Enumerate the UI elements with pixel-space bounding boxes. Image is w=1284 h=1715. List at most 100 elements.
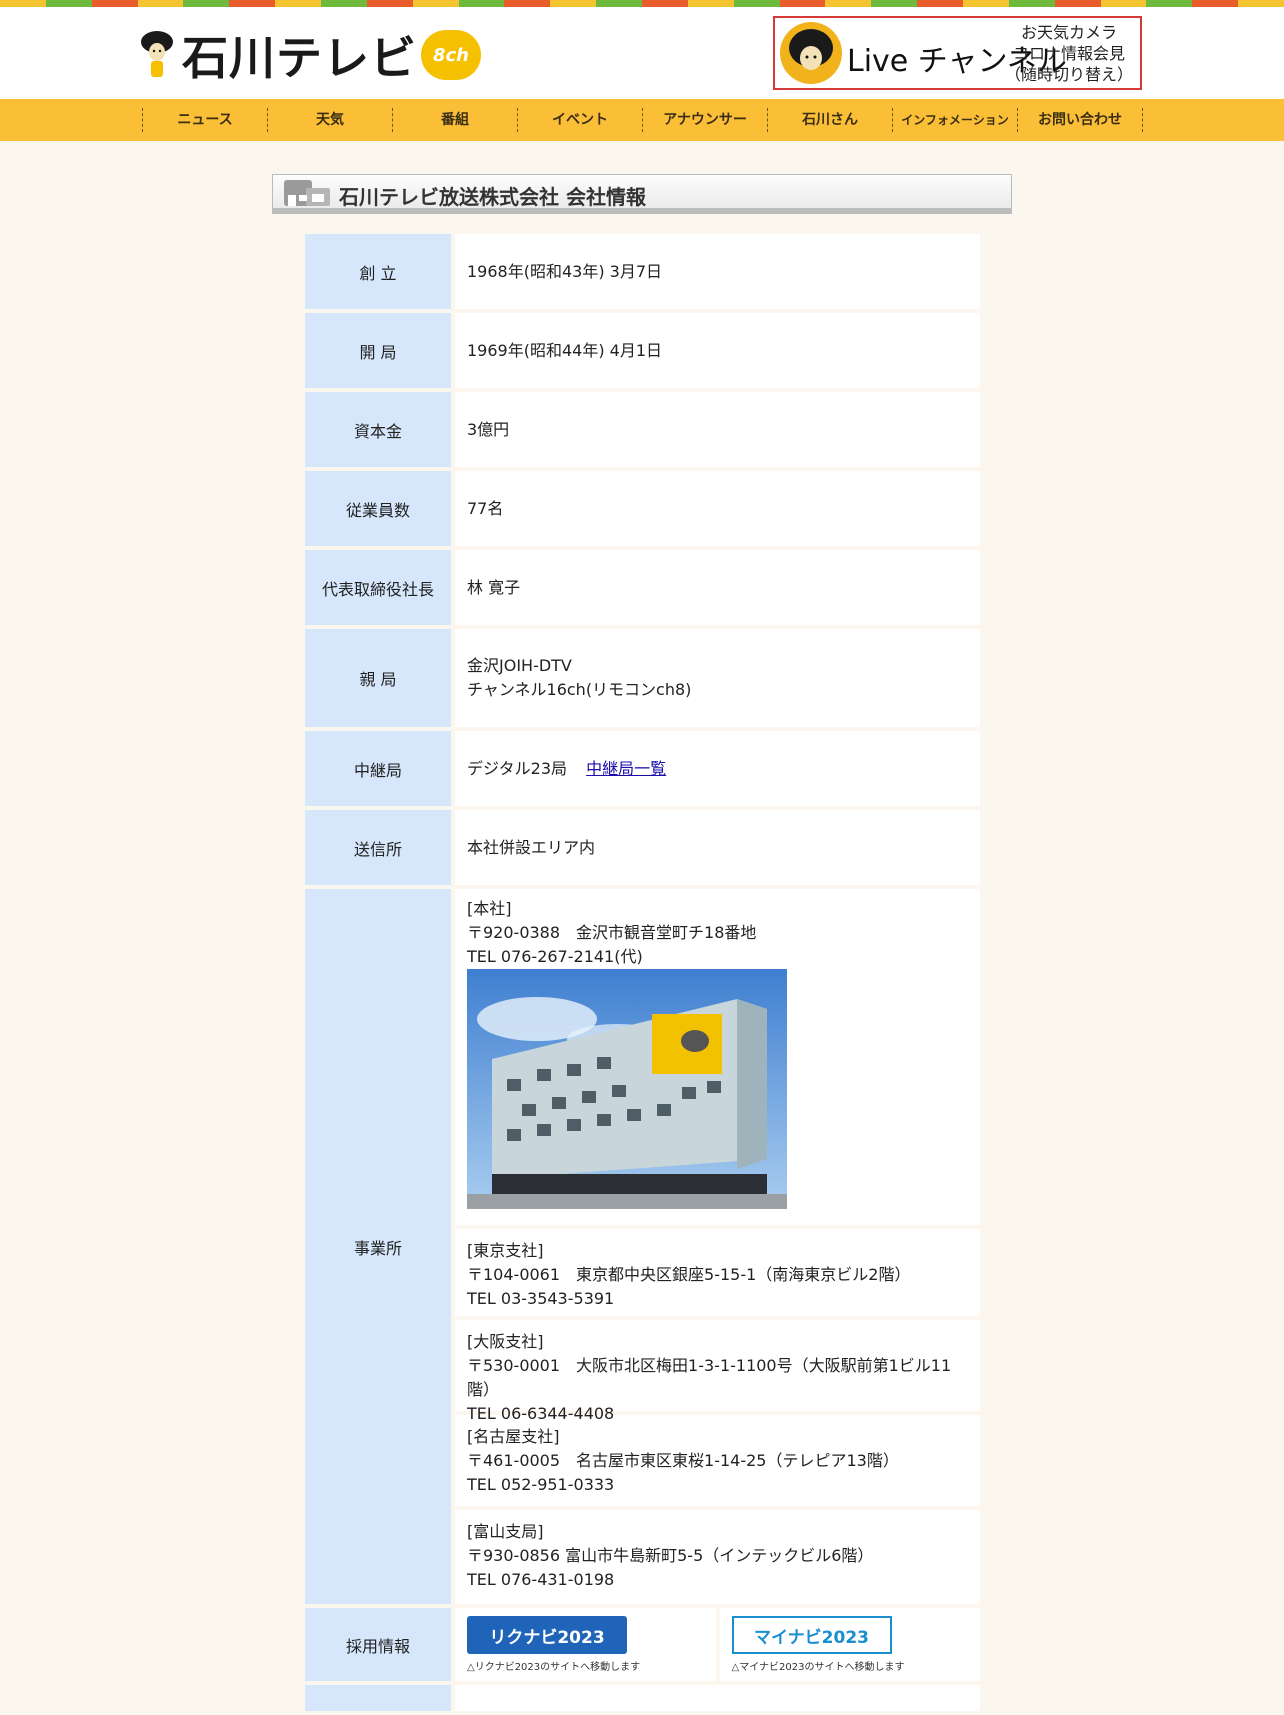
table-row: 送信所 本社併設エリア内 [305, 810, 980, 889]
office-toyama-name: [富山支局] [467, 1522, 544, 1541]
rikunabi-banner[interactable]: リクナビ2023 [467, 1616, 627, 1654]
section-heading: 石川テレビ放送株式会社 会社情報 [272, 174, 1012, 214]
table-row: 採用情報 リクナビ2023 △リクナビ2023のサイトへ移動します マイナビ20… [305, 1608, 980, 1685]
stripe-segment [1054, 0, 1101, 7]
table-row: 創 立 1968年(昭和43年) 3月7日 [305, 234, 980, 313]
live-sub-weather: お天気カメラ [1020, 23, 1117, 42]
stripe-segment [871, 0, 918, 7]
live-sub-switch: （随時切り替え） [1004, 65, 1133, 84]
stripe-segment [642, 0, 688, 7]
office-nagoya: [名古屋支社] 〒461-0005 名古屋市東区東桜1-14-25（テレピア13… [455, 1415, 980, 1510]
stripe-segment [1192, 0, 1239, 7]
table-row [305, 1685, 980, 1715]
rikunabi-note: △リクナビ2023のサイトへ移動します [467, 1662, 641, 1673]
station-value: 金沢JOIH-DTV チャンネル16ch(リモコンch8) [455, 629, 980, 731]
page-title: 石川テレビ放送株式会社 会社情報 [339, 185, 646, 209]
nav-weather[interactable]: 天気 [268, 108, 393, 132]
stripe-segment [1100, 0, 1147, 7]
office-tokyo-tel: TEL 03-3543-5391 [467, 1289, 615, 1308]
relay-label: 中継局 [305, 731, 455, 810]
live-channel-banner[interactable]: Live チャンネル お天気カメラ コロナ情報会見 （随時切り替え） [773, 16, 1142, 90]
station-line-1: 金沢JOIH-DTV [467, 656, 572, 675]
capital-label: 資本金 [305, 392, 455, 471]
station-line-2: チャンネル16ch(リモコンch8) [467, 680, 692, 699]
nav-news[interactable]: ニュース [143, 108, 268, 132]
office-toyama: [富山支局] 〒930-0856 富山市牛島新町5-5（インテックビル6階） T… [455, 1510, 980, 1604]
station-label: 親 局 [305, 629, 455, 731]
stripe-segment [458, 0, 505, 7]
nav-information[interactable]: インフォメーション [893, 108, 1018, 132]
site-logo[interactable]: 石川テレビ 8ch [140, 25, 481, 85]
nav-programs[interactable]: 番組 [393, 108, 518, 132]
stripe-segment [1146, 0, 1193, 7]
transmit-value: 本社併設エリア内 [455, 810, 980, 889]
stripe-segment [917, 0, 964, 7]
capital-value: 3億円 [455, 392, 980, 471]
stripe-segment [321, 0, 367, 7]
stripe-segment [733, 0, 780, 7]
office-hq-tel: TEL 076-267-2141(代) [467, 947, 643, 966]
table-row: 代表取締役社長 林 寛子 [305, 550, 980, 629]
relay-list-link[interactable]: 中継局一覧 [586, 759, 666, 778]
office-toyama-address: 〒930-0856 富山市牛島新町5-5（インテックビル6階） [467, 1546, 874, 1565]
mynavi-banner[interactable]: マイナビ2023 [731, 1616, 892, 1654]
employees-label: 従業員数 [305, 471, 455, 550]
next-row-value [455, 1685, 980, 1715]
relay-count: デジタル23局 [467, 758, 568, 778]
heading-underline [273, 208, 1011, 213]
stripe-segment [687, 0, 734, 7]
stripe-segment [275, 0, 322, 7]
office-tokyo: [東京支社] 〒104-0061 東京都中央区銀座5-15-1（南海東京ビル2階… [455, 1229, 980, 1320]
nav-ishikawa-san[interactable]: 石川さん [768, 108, 893, 132]
office-nagoya-address: 〒461-0005 名古屋市東区東桜1-14-25（テレピア13階） [467, 1451, 899, 1470]
ceo-label: 代表取締役社長 [305, 550, 455, 629]
ceo-value: 林 寛子 [455, 550, 980, 629]
opened-value: 1969年(昭和44年) 4月1日 [455, 313, 980, 392]
stripe-segment [550, 0, 597, 7]
nav-contact[interactable]: お問い合わせ [1018, 108, 1143, 132]
mynavi-block[interactable]: マイナビ2023 △マイナビ2023のサイトへ移動します [719, 1608, 980, 1681]
logo-text: 石川テレビ [182, 31, 417, 85]
stripe-segment [1238, 0, 1284, 7]
transmit-label: 送信所 [305, 810, 455, 889]
office-nagoya-name: [名古屋支社] [467, 1427, 560, 1446]
stripe-segment [91, 0, 138, 7]
stripe-segment [779, 0, 826, 7]
office-osaka-address: 〒530-0001 大阪市北区梅田1-3-1-1100号（大阪駅前第1ビル11階… [467, 1356, 952, 1399]
office-hq-address: 〒920-0388 金沢市観音堂町チ18番地 [467, 923, 757, 942]
nav-events[interactable]: イベント [518, 108, 643, 132]
offices-value: [本社] 〒920-0388 金沢市観音堂町チ18番地 TEL 076-267-… [455, 889, 980, 1608]
site-header: 石川テレビ 8ch Live チャンネル お天気カメラ コロナ情報会見 （随時切… [0, 7, 1284, 99]
table-row: 中継局 デジタル23局 中継局一覧 [305, 731, 980, 810]
top-color-stripe [0, 0, 1284, 7]
stripe-segment [963, 0, 1009, 7]
offices-label: 事業所 [305, 889, 455, 1608]
stripe-segment [183, 0, 230, 7]
founded-label: 創 立 [305, 234, 455, 313]
company-info-table: 創 立 1968年(昭和43年) 3月7日 開 局 1969年(昭和44年) 4… [305, 234, 980, 1715]
stripe-segment [366, 0, 413, 7]
office-hq: [本社] 〒920-0388 金沢市観音堂町チ18番地 TEL 076-267-… [455, 889, 980, 1229]
stripe-segment [45, 0, 92, 7]
relay-value: デジタル23局 中継局一覧 [455, 731, 980, 810]
live-mascot-icon [780, 22, 842, 84]
employees-value: 77名 [455, 471, 980, 550]
table-row: 親 局 金沢JOIH-DTV チャンネル16ch(リモコンch8) [305, 629, 980, 731]
office-hq-name: [本社] [467, 899, 512, 918]
founded-value: 1968年(昭和43年) 3月7日 [455, 234, 980, 313]
channel-badge: 8ch [421, 30, 481, 80]
headquarters-photo [467, 969, 787, 1209]
office-osaka-name: [大阪支社] [467, 1332, 544, 1351]
stripe-segment [137, 0, 184, 7]
building-icon [284, 180, 330, 206]
office-nagoya-tel: TEL 052-951-0333 [467, 1475, 615, 1494]
mascot-icon [141, 31, 173, 77]
office-tokyo-address: 〒104-0061 東京都中央区銀座5-15-1（南海東京ビル2階） [467, 1265, 911, 1284]
nav-announcers[interactable]: アナウンサー [643, 108, 768, 132]
mynavi-note: △マイナビ2023のサイトへ移動します [731, 1662, 905, 1673]
live-sub-corona: コロナ情報会見 [1012, 44, 1125, 63]
rikunabi-block[interactable]: リクナビ2023 △リクナビ2023のサイトへ移動します [455, 1608, 720, 1681]
office-osaka: [大阪支社] 〒530-0001 大阪市北区梅田1-3-1-1100号（大阪駅前… [455, 1320, 980, 1423]
table-row: 従業員数 77名 [305, 471, 980, 550]
office-toyama-tel: TEL 076-431-0198 [467, 1570, 615, 1589]
